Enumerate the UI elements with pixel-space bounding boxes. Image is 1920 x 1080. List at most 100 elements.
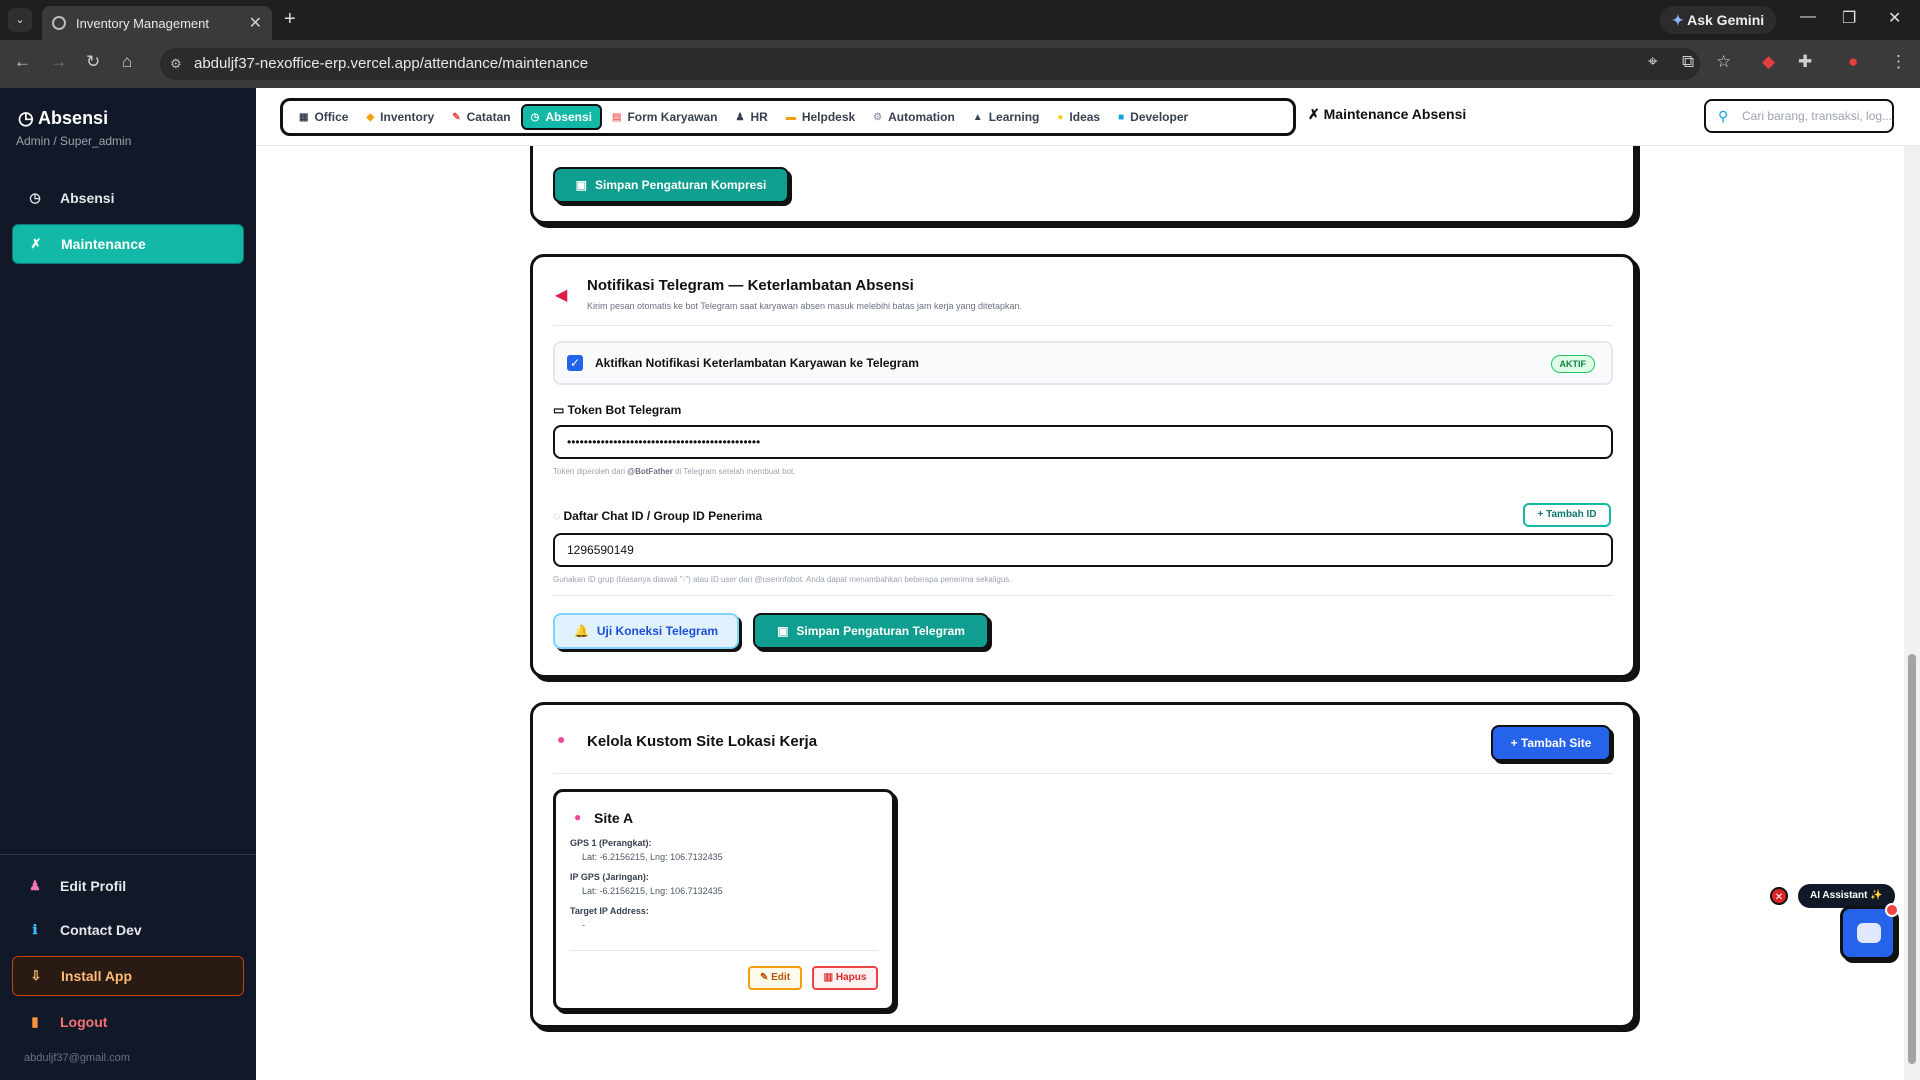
back-icon[interactable]: ←: [14, 52, 31, 72]
sidebar-item-maintenance[interactable]: ✗ Maintenance: [12, 224, 244, 264]
nav-automation[interactable]: ⚙ Automation: [865, 106, 963, 128]
nav-inventory[interactable]: ◆ Inventory: [358, 106, 442, 128]
ticket-icon: ▬: [785, 111, 796, 123]
nav-helpdesk[interactable]: ▬ Helpdesk: [778, 106, 863, 128]
sidebar-subtitle: Admin / Super_admin: [16, 134, 132, 148]
site-name: Site A: [594, 810, 634, 826]
sidebar: ◷ Absensi Admin / Super_admin ◷ Absensi …: [0, 88, 256, 1080]
page-scrollbar[interactable]: [1904, 146, 1920, 1080]
nav-form-karyawan[interactable]: ▤ Form Karyawan: [604, 106, 725, 128]
chat-id-label: ◌ Daftar Chat ID / Group ID Penerima: [553, 509, 763, 523]
top-nav: ▦ Office ◆ Inventory ✎ Catatan ◷ Absensi ▤ Fo…: [256, 88, 1920, 146]
search-input[interactable]: ⚲ Cari barang, transaksi, log...: [1704, 99, 1894, 133]
extension-icon[interactable]: ◆: [1762, 52, 1775, 72]
sidebar-item-label: Logout: [60, 1014, 108, 1030]
ai-assistant-label[interactable]: AI Assistant ✨: [1798, 884, 1895, 908]
restore-icon[interactable]: ❐: [1842, 8, 1856, 28]
clock-icon: ◷: [18, 108, 39, 128]
add-site-button[interactable]: + Tambah Site: [1491, 725, 1611, 761]
sidebar-title: ◷ Absensi: [18, 108, 109, 128]
add-id-button[interactable]: + Tambah ID: [1523, 503, 1611, 527]
nav-absensi[interactable]: ◷ Absensi: [520, 104, 603, 130]
close-assistant-button[interactable]: ✕: [1770, 887, 1788, 905]
target-ip-label: Target IP Address:: [570, 906, 649, 916]
sparkle-icon: ✦: [1672, 12, 1688, 28]
globe-icon: [52, 16, 66, 30]
edit-site-button[interactable]: ✎ Edit: [748, 966, 802, 990]
reload-icon[interactable]: ↻: [86, 52, 100, 72]
book-icon: ■: [1118, 111, 1125, 123]
robot-icon: [1857, 923, 1881, 943]
sidebar-item-install-app[interactable]: ⇩ Install App: [12, 956, 244, 996]
save-compression-button[interactable]: ▣ Simpan Pengaturan Kompresi: [553, 167, 789, 203]
sidebar-item-absensi[interactable]: ◷ Absensi: [12, 178, 244, 218]
nav-hr[interactable]: ♟ HR: [728, 106, 776, 128]
pin-icon: ●: [557, 731, 566, 747]
sidebar-item-edit-profil[interactable]: ♟ Edit Profil: [12, 866, 244, 906]
extensions-puzzle-icon[interactable]: ✚: [1798, 52, 1812, 72]
main-content: ▣ Simpan Pengaturan Kompresi ◀ Notifikasi…: [256, 146, 1920, 1080]
sidebar-item-logout[interactable]: ▮ Logout: [12, 1002, 244, 1042]
ipgps-value: Lat: -6.2156215, Lng: 106.7132435: [582, 886, 723, 896]
nav-learning[interactable]: ▲ Learning: [965, 106, 1048, 128]
ai-assistant-button[interactable]: [1840, 903, 1899, 960]
tab-search-button[interactable]: ⌄: [8, 8, 32, 32]
megaphone-icon: ◀: [555, 287, 568, 304]
close-window-icon[interactable]: ✕: [1888, 8, 1901, 28]
save-telegram-button[interactable]: ▣ Simpan Pengaturan Telegram: [753, 613, 989, 649]
browser-tabstrip: ⌄ Inventory Management ✕ + ✦ Ask Gemini …: [0, 0, 1920, 40]
gps1-value: Lat: -6.2156215, Lng: 106.7132435: [582, 852, 723, 862]
chat-id-hint: Gunakan ID grup (biasanya diawali "-") a…: [553, 575, 1012, 584]
notification-dot: [1885, 903, 1899, 917]
app: ◷ Absensi Admin / Super_admin ◷ Absensi …: [0, 88, 1920, 1080]
target-ip-value: -: [582, 920, 585, 930]
clock-icon: ◷: [29, 190, 41, 205]
info-icon: ℹ: [32, 922, 38, 937]
minimize-icon[interactable]: —: [1800, 8, 1816, 26]
search-placeholder: Cari barang, transaksi, log...: [1742, 109, 1893, 123]
tab-title: Inventory Management: [76, 15, 209, 31]
delete-site-button[interactable]: ▥ Hapus: [812, 966, 878, 990]
address-bar[interactable]: ⚙ abduljf37-nexoffice-erp.vercel.app/att…: [160, 48, 1700, 80]
token-field[interactable]: ••••••••••••••••••••••••••••••••••••••••…: [553, 425, 1613, 459]
tools-icon: ✗: [30, 236, 42, 251]
new-tab-button[interactable]: +: [284, 8, 296, 31]
sidebar-item-label: Edit Profil: [60, 878, 127, 894]
enable-telegram-checkbox[interactable]: ✓: [567, 355, 583, 371]
sidebar-item-label: Maintenance: [61, 236, 146, 252]
pencil-icon: ✎: [759, 972, 772, 983]
scrollbar-thumb[interactable]: [1908, 654, 1916, 1064]
close-tab-icon[interactable]: ✕: [249, 13, 262, 33]
robot-icon: ▭: [553, 403, 568, 417]
install-icon: ⇩: [30, 968, 42, 983]
forward-icon[interactable]: →: [50, 52, 67, 72]
sites-card: ● Kelola Kustom Site Lokasi Kerja + Tamb…: [530, 702, 1636, 1028]
chat-id-field[interactable]: 1296590149: [553, 533, 1613, 567]
site-card: ● Site A GPS 1 (Perangkat): Lat: -6.2156…: [553, 789, 895, 1011]
ask-gemini-button[interactable]: ✦ Ask Gemini: [1660, 6, 1777, 34]
person-icon: ♟: [735, 111, 745, 123]
bell-icon: 🔔: [573, 624, 589, 638]
sidebar-item-contact-dev[interactable]: ℹ Contact Dev: [12, 910, 244, 950]
location-icon[interactable]: ⌖: [1648, 52, 1658, 72]
toggle-label: Aktifkan Notifikasi Keterlambatan Karyaw…: [595, 356, 919, 370]
floppy-icon: ▣: [575, 178, 587, 192]
profile-avatar-icon[interactable]: ●: [1848, 52, 1858, 72]
menu-dots-icon[interactable]: ⋮: [1890, 52, 1907, 72]
home-icon[interactable]: ⌂: [122, 52, 132, 72]
test-telegram-button[interactable]: 🔔 Uji Koneksi Telegram: [553, 613, 739, 649]
divider: [553, 773, 1613, 774]
nav-office[interactable]: ▦ Office: [291, 106, 356, 128]
install-icon[interactable]: ⧉: [1682, 52, 1694, 72]
bookmark-star-icon[interactable]: ☆: [1716, 52, 1731, 72]
nav-developer[interactable]: ■ Developer: [1110, 106, 1196, 128]
nav-ideas[interactable]: ● Ideas: [1049, 106, 1108, 128]
sidebar-divider: [0, 854, 256, 855]
chat-bubble-icon: ◌: [553, 509, 564, 523]
gear-icon: ⚙: [873, 111, 883, 123]
browser-tab[interactable]: Inventory Management ✕: [42, 6, 272, 40]
nav-catatan[interactable]: ✎ Catatan: [444, 106, 518, 128]
browser-toolbar: ← → ↻ ⌂ ⚙ abduljf37-nexoffice-erp.vercel…: [0, 40, 1920, 88]
divider: [553, 325, 1613, 326]
site-info-icon[interactable]: ⚙: [170, 48, 182, 80]
